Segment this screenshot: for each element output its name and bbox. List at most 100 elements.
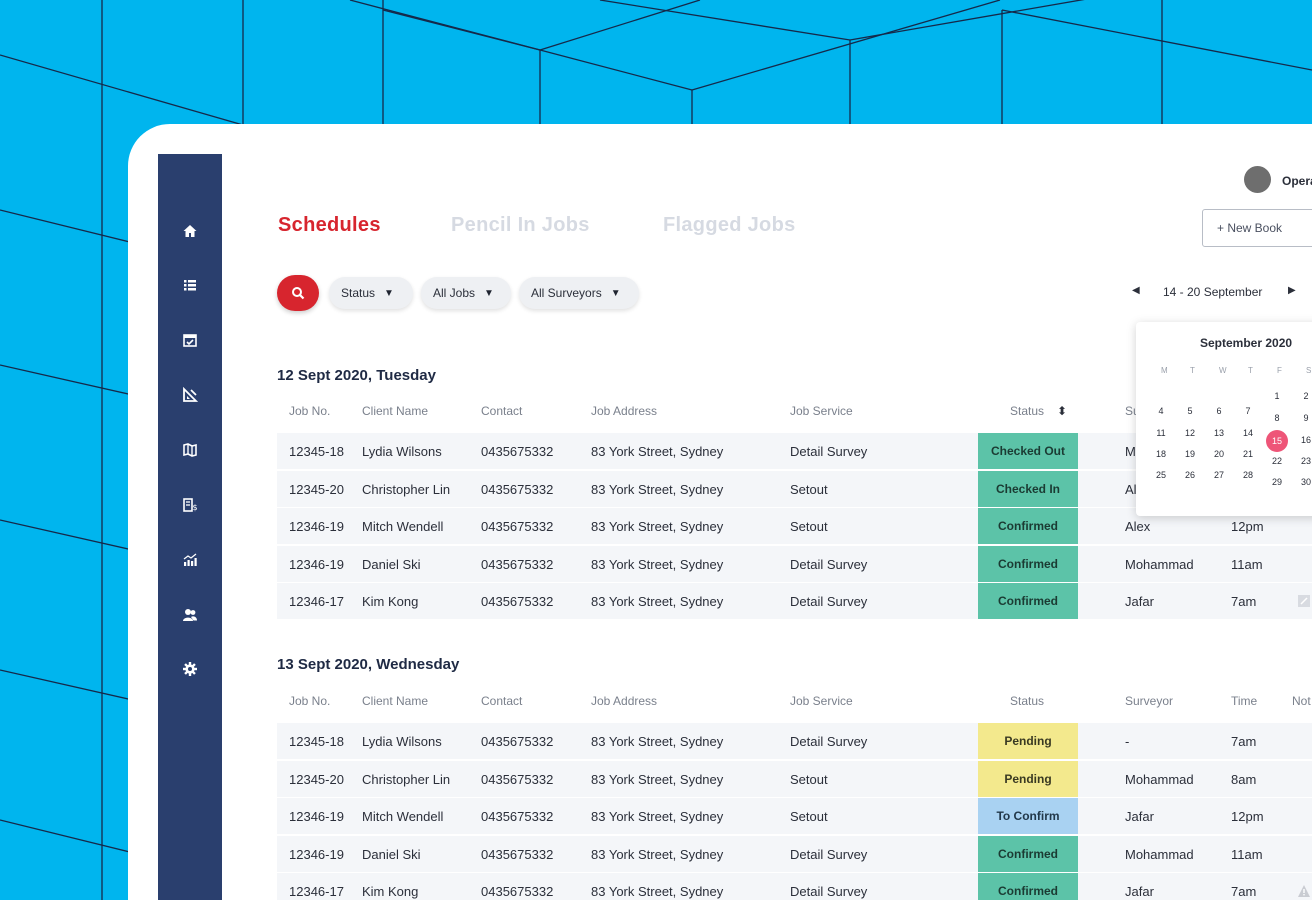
cell-client-name: Christopher Lin [362,481,451,497]
cell-job-no: 12346-17 [289,884,344,899]
col-job-address: Job Address [591,404,658,418]
calendar-check-icon [183,334,197,347]
calendar-day[interactable]: 22 [1267,456,1287,466]
cell-job-no: 12345-18 [289,444,344,459]
col-contact: Contact [481,694,523,708]
calendar-day[interactable]: 13 [1209,428,1229,438]
cell-job-address: 83 York Street, Sydney [591,594,724,609]
cell-surveyor: Alex [1125,519,1151,534]
prev-week-button[interactable]: ◀ [1132,285,1140,296]
calendar-day[interactable]: 25 [1151,470,1171,480]
nav-invoices[interactable]: $ [158,487,222,523]
calendar-day[interactable]: 20 [1209,449,1229,459]
cell-contact: 0435675332 [481,481,554,497]
table-row[interactable]: 12346-19 Daniel Ski 0435675332 83 York Stre… [277,545,1312,582]
tab-flagged-jobs[interactable]: Flagged Jobs [663,214,796,237]
calendar-day[interactable]: 28 [1238,470,1258,480]
cell-job-no: 12345-18 [289,734,344,749]
nav-users[interactable] [158,597,222,633]
next-week-button[interactable]: ▶ [1288,285,1296,296]
cell-job-address: 83 York Street, Sydney [591,481,724,497]
map-icon [183,443,197,457]
nav-settings[interactable] [158,651,222,687]
tab-pencil-in-jobs[interactable]: Pencil In Jobs [451,214,590,237]
col-client-name: Client Name [362,404,429,418]
table-row[interactable]: 12345-18 Lydia Wilsons 0435675332 83 York S… [277,723,1312,759]
calendar-day[interactable]: 30 [1296,477,1312,487]
calendar-day[interactable]: 21 [1238,449,1258,459]
table-row[interactable]: 12346-17 Kim Kong 0435675332 83 York Street… [277,583,1312,619]
nav-list[interactable] [158,267,222,303]
chevron-down-icon: ▼ [384,287,394,299]
calendar-day[interactable]: 5 [1180,406,1200,416]
col-job-no: Job No. [289,404,331,418]
cell-job-service: Detail Survey [790,734,868,749]
cell-time: 12pm [1231,519,1264,534]
col-status[interactable]: Status [1010,404,1044,418]
calendar-day[interactable]: 26 [1180,470,1200,480]
nav-calendar[interactable] [158,322,222,358]
calendar-weekday: S [1306,366,1312,375]
nav-analytics[interactable] [158,542,222,578]
status-badge: Checked In [978,470,1078,507]
calendar-day[interactable]: 6 [1209,406,1229,416]
jobs-filter[interactable]: All Jobs ▼ [421,277,511,309]
cell-contact: 0435675332 [481,734,554,749]
calendar-day[interactable]: 19 [1180,449,1200,459]
cell-contact: 0435675332 [481,884,554,899]
tab-schedules[interactable]: Schedules [278,214,381,237]
calendar-day[interactable]: 16 [1296,435,1312,445]
search-icon [292,287,305,300]
chevron-down-icon: ▼ [610,287,621,299]
week-range[interactable]: 14 - 20 September [1163,285,1262,299]
gear-icon [183,662,197,676]
cell-surveyor: Mohammad [1125,771,1194,787]
calendar-day[interactable]: 7 [1238,406,1258,416]
cell-time: 8am [1231,771,1257,787]
cell-job-no: 12346-19 [289,519,344,534]
nav-map[interactable] [158,432,222,468]
search-button[interactable] [277,275,319,311]
cell-job-service: Detail Survey [790,556,868,572]
calendar-day-selected[interactable]: 15 [1266,430,1288,452]
warning-icon[interactable] [1297,884,1311,900]
nav-home[interactable] [158,213,222,249]
status-badge: Confirmed [978,873,1078,900]
status-filter-label: Status [341,286,376,300]
calendar-day[interactable]: 8 [1267,413,1287,423]
col-contact: Contact [481,404,523,418]
cell-surveyor: - [1125,734,1130,749]
table-row[interactable]: 12345-20 Christopher Lin 0435675332 83 York… [277,760,1312,797]
calendar-day[interactable]: 29 [1267,477,1287,487]
cell-client-name: Lydia Wilsons [362,444,442,459]
calendar-day[interactable]: 27 [1209,470,1229,480]
cell-surveyor: Mohammad [1125,556,1194,572]
cell-job-service: Detail Survey [790,444,868,459]
avatar[interactable] [1244,166,1271,193]
calendar-day[interactable]: 2 [1296,391,1312,401]
list-icon [184,280,196,291]
sort-icon[interactable]: ⬍ [1057,404,1067,418]
calendar-day[interactable]: 12 [1180,428,1200,438]
table-row[interactable]: 12346-19 Mitch Wendell 0435675332 83 York S… [277,798,1312,834]
new-booking-button[interactable]: + New Book [1202,209,1312,247]
cell-contact: 0435675332 [481,594,554,609]
calendar-day[interactable]: 4 [1151,406,1171,416]
cell-job-address: 83 York Street, Sydney [591,556,724,572]
status-filter[interactable]: Status ▼ [329,277,413,309]
nav-survey-tools[interactable] [158,377,222,413]
cell-time: 12pm [1231,809,1264,824]
day-title: 12 Sept 2020, Tuesday [277,367,436,384]
calendar-day[interactable]: 9 [1296,413,1312,423]
calendar-day[interactable]: 23 [1296,456,1312,466]
cell-job-no: 12346-19 [289,809,344,824]
calendar-day[interactable]: 18 [1151,449,1171,459]
surveyors-filter[interactable]: All Surveyors ▼ [519,277,639,309]
calendar-weekday: T [1190,366,1195,375]
calendar-day[interactable]: 11 [1151,428,1171,438]
calendar-day[interactable]: 14 [1238,428,1258,438]
table-row[interactable]: 12346-19 Daniel Ski 0435675332 83 York Stre… [277,835,1312,872]
table-row[interactable]: 12346-17 Kim Kong 0435675332 83 York Street… [277,873,1312,900]
calendar-day[interactable]: 1 [1267,391,1287,401]
note-edit-icon[interactable] [1297,594,1311,611]
